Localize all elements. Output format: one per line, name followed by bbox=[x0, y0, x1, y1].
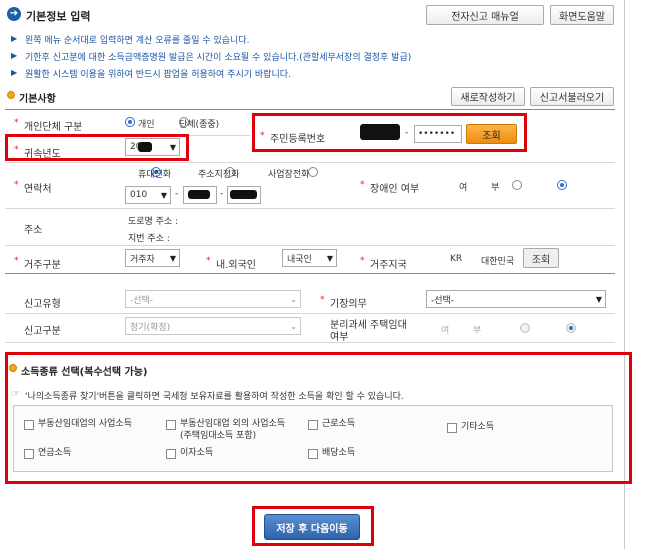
manual-button[interactable]: 전자신고 매뉴얼 bbox=[426, 5, 544, 25]
radio-separate-yes-label: 여 bbox=[441, 326, 450, 336]
radio-home-phone-label: 주소지전화 bbox=[198, 170, 240, 180]
notice-text: 기한후 신고분에 대한 소득금액증명원 발급은 시간이 소요될 수 있습니다.(… bbox=[25, 53, 412, 63]
radio-individual-label: 개인 bbox=[138, 120, 155, 130]
lot-address: 지번 주소 : bbox=[128, 234, 170, 244]
chevron-down-icon: ⌄ bbox=[290, 294, 297, 304]
required-mark: * bbox=[320, 295, 325, 305]
notice-text: 왼쪽 메뉴 순서대로 입력하면 계산 오류를 줄일 수 있습니다. bbox=[25, 36, 250, 46]
divider bbox=[5, 342, 615, 343]
divider bbox=[5, 208, 615, 209]
road-address: 도로명 주소 : bbox=[128, 217, 179, 227]
phone-dash: - bbox=[220, 189, 224, 199]
highlight-box bbox=[5, 134, 189, 161]
divider bbox=[5, 313, 615, 314]
nationality-label: 내.외국인 bbox=[216, 260, 256, 271]
residence-value: 거주자 bbox=[130, 254, 155, 265]
filing-type-value: -선택- bbox=[130, 295, 154, 306]
triangle-bullet-icon: ▶ bbox=[11, 68, 18, 77]
orange-dot-icon bbox=[7, 91, 15, 99]
radio-group-label: 단체(종중) bbox=[179, 120, 220, 130]
radio-separate-no-label: 부 bbox=[473, 326, 482, 336]
bookkeeping-label: 기장의무 bbox=[330, 299, 367, 310]
taxpayer-type-label: 개인단체 구분 bbox=[24, 122, 83, 133]
filing-category-value: 정기(확정) bbox=[130, 322, 171, 333]
radio-individual[interactable] bbox=[125, 117, 135, 127]
radio-separate-no[interactable] bbox=[565, 323, 576, 333]
required-mark: * bbox=[14, 118, 19, 128]
redacted-phone-last bbox=[230, 190, 257, 199]
required-mark: * bbox=[360, 256, 365, 266]
nationality-select[interactable]: 내국인 ▼ bbox=[282, 249, 337, 267]
radio-disabled-yes-label: 여 bbox=[459, 183, 468, 193]
filing-type-select[interactable]: -선택- ⌄ bbox=[125, 290, 301, 308]
disabled-label: 장애인 여부 bbox=[370, 184, 420, 195]
page-title: 기본정보 입력 bbox=[26, 10, 91, 23]
radio-disabled-yes[interactable] bbox=[511, 180, 522, 190]
load-report-button[interactable]: 신고서불러오기 bbox=[530, 87, 614, 106]
help-button[interactable]: 화면도움말 bbox=[550, 5, 614, 25]
triangle-bullet-icon: ▶ bbox=[11, 34, 18, 43]
required-mark: * bbox=[14, 180, 19, 190]
chevron-down-icon: ▼ bbox=[169, 253, 176, 263]
divider bbox=[5, 273, 615, 274]
required-mark: * bbox=[206, 256, 211, 266]
phone-prefix-value: 010 bbox=[130, 190, 148, 200]
filing-category-label: 신고구분 bbox=[24, 326, 61, 337]
highlight-box bbox=[252, 506, 374, 546]
divider bbox=[5, 109, 615, 110]
filing-category-select[interactable]: 정기(확정) ⌄ bbox=[125, 317, 301, 335]
separate-tax-label-2: 여부 bbox=[330, 332, 349, 343]
region-lookup-button[interactable]: 조회 bbox=[523, 248, 559, 268]
radio-disabled-no-label: 부 bbox=[491, 183, 500, 193]
phone-prefix-select[interactable]: 010 ▼ bbox=[125, 186, 171, 204]
address-label: 주소 bbox=[24, 225, 43, 236]
arrow-right-circle-icon: ➔ bbox=[7, 7, 21, 21]
residence-select[interactable]: 거주자 ▼ bbox=[125, 249, 180, 267]
contact-label: 연락처 bbox=[24, 184, 52, 195]
required-mark: * bbox=[360, 180, 365, 190]
bookkeeping-value: -선택- bbox=[431, 295, 455, 306]
filing-type-label: 신고유형 bbox=[24, 299, 61, 310]
highlight-box bbox=[5, 352, 632, 484]
region-label: 거주지국 bbox=[370, 260, 407, 271]
highlight-box bbox=[252, 113, 527, 152]
bookkeeping-select[interactable]: -선택- ▼ bbox=[426, 290, 606, 308]
divider bbox=[5, 162, 615, 163]
chevron-down-icon: ⌄ bbox=[290, 321, 297, 331]
radio-mobile-label: 휴대전화 bbox=[138, 170, 172, 180]
nationality-value: 내국인 bbox=[287, 254, 312, 265]
residence-label: 거주구분 bbox=[24, 260, 61, 271]
divider bbox=[5, 245, 615, 246]
basic-section-title: 기본사항 bbox=[19, 94, 56, 105]
region-code: KR bbox=[450, 254, 463, 264]
required-mark: * bbox=[14, 256, 19, 266]
chevron-down-icon: ▼ bbox=[160, 190, 167, 200]
triangle-bullet-icon: ▶ bbox=[11, 51, 18, 60]
new-write-button[interactable]: 새로작성하기 bbox=[451, 87, 525, 106]
chevron-down-icon: ▼ bbox=[326, 253, 333, 263]
region-name: 대한민국 bbox=[481, 257, 515, 267]
redacted-phone-middle bbox=[188, 190, 210, 199]
chevron-down-icon: ▼ bbox=[595, 294, 602, 304]
radio-office-phone-label: 사업장전화 bbox=[268, 170, 310, 180]
phone-dash: - bbox=[175, 189, 179, 199]
notice-text: 원활한 시스템 이용을 위하여 반드시 팝업을 허용하여 주시기 바랍니다. bbox=[25, 70, 291, 80]
